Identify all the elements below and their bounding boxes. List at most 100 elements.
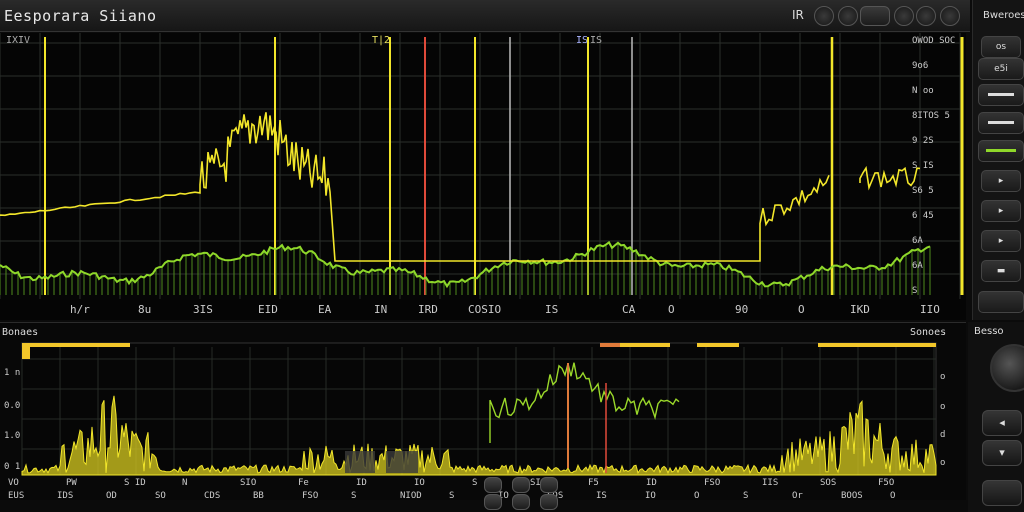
axis-label: EUS <box>8 491 24 501</box>
control-button[interactable] <box>982 480 1022 506</box>
range-handle[interactable] <box>22 343 30 359</box>
scale-label: o <box>940 402 945 412</box>
axis-label: IS <box>545 303 558 316</box>
side-button-1[interactable]: os <box>981 36 1021 58</box>
chevron-icon: ▸ <box>998 206 1004 216</box>
axis-label: S <box>743 491 748 501</box>
top-scope[interactable]: IXIV T|2 IS IS OWOD SOC 9o6 N oo 8ITOS 5 9 2… <box>0 33 966 320</box>
range-bar[interactable] <box>818 343 936 347</box>
axis-label: IKD <box>850 303 870 316</box>
axis-label: IRD <box>418 303 438 316</box>
target-button[interactable] <box>838 6 858 26</box>
axis-label: Fe <box>298 478 309 488</box>
scale-label: S6 5 <box>912 186 934 196</box>
scale-label: 6 45 <box>912 211 934 221</box>
side-panel: Bweroes os e5i ▸ ▸ ▸ ▬ <box>972 0 1024 320</box>
axis-label: ID <box>356 478 367 488</box>
scale-label: OWOD SOC <box>912 36 955 46</box>
axis-label: O <box>668 303 675 316</box>
title-bar: Eesporara Siiano IR <box>0 0 970 32</box>
axis-label: S <box>351 491 356 501</box>
side-button-3[interactable] <box>978 84 1024 106</box>
axis-label: SO <box>155 491 166 501</box>
side-button-8[interactable]: ▸ <box>981 230 1021 252</box>
settings-button[interactable] <box>940 6 960 26</box>
side-button-9[interactable]: ▬ <box>981 260 1021 282</box>
yellow-waveform <box>0 112 921 262</box>
axis-label: VO <box>8 478 19 488</box>
axis-label: BB <box>253 491 264 501</box>
axis-label: BOOS <box>841 491 863 501</box>
axis-label: S ID <box>124 478 146 488</box>
side-button-2[interactable]: e5i <box>978 58 1024 80</box>
axis-label: FSO <box>302 491 318 501</box>
axis-label: S <box>449 491 454 501</box>
axis-label: 90 <box>735 303 748 316</box>
axis-label: F5 <box>588 478 599 488</box>
scale-label: 6A <box>912 236 923 246</box>
status-label: IR <box>792 8 804 22</box>
axis-label: CDS <box>204 491 220 501</box>
bottom-scope-title: Bonaes <box>2 327 38 338</box>
transport-button[interactable] <box>512 494 530 510</box>
transport-button[interactable] <box>484 477 502 493</box>
scale-label: 6A <box>912 261 923 271</box>
scale-label: 1.0 <box>4 431 20 441</box>
axis-label: O <box>798 303 805 316</box>
range-bar[interactable] <box>22 343 130 347</box>
chevron-icon: ▸ <box>998 236 1004 246</box>
control-panel: Besso ◂ ▾ <box>968 322 1024 512</box>
top-tick-label: IXIV <box>6 35 30 46</box>
axis-label: SOS <box>820 478 836 488</box>
side-button-7[interactable]: ▸ <box>981 200 1021 222</box>
bar-icon <box>988 121 1014 124</box>
axis-label: ID <box>646 478 657 488</box>
scale-label: 9o6 <box>912 61 928 71</box>
mode-toggle[interactable] <box>860 6 890 26</box>
axis-label: IDS <box>57 491 73 501</box>
bottom-scope[interactable]: Bonaes Sonoes 1 n 0.0 1.0 0 1 o o d o VO… <box>0 322 966 501</box>
side-button-10[interactable] <box>978 291 1024 313</box>
axis-label: NIOD <box>400 491 422 501</box>
bottom-scope-plot: Bonaes Sonoes 1 n 0.0 1.0 0 1 o o d o VO… <box>2 327 946 501</box>
scale-label: 8ITOS 5 <box>912 111 950 121</box>
side-button-5[interactable] <box>978 140 1024 162</box>
axis-label: O <box>890 491 895 501</box>
side-button-4[interactable] <box>978 112 1024 134</box>
scale-label: S <box>912 286 917 296</box>
scale-label: 0 1 <box>4 462 20 472</box>
stop-button[interactable] <box>916 6 936 26</box>
transport-button[interactable] <box>484 494 502 510</box>
play-button[interactable] <box>894 6 914 26</box>
transport-button[interactable] <box>540 494 558 510</box>
green-waveform-fill <box>0 242 931 295</box>
scale-label: 9 2S <box>912 136 934 146</box>
chevron-down-icon: ▾ <box>999 446 1005 459</box>
range-bar[interactable] <box>697 343 739 347</box>
axis-label: FSO <box>704 478 720 488</box>
control-button[interactable]: ◂ <box>982 410 1022 436</box>
axis-label: 3IS <box>193 303 213 316</box>
transport-button[interactable] <box>512 477 530 493</box>
axis-label: O <box>694 491 699 501</box>
scale-label: 0.0 <box>4 401 20 411</box>
scale-label: o <box>940 458 945 468</box>
side-button-6[interactable]: ▸ <box>981 170 1021 192</box>
axis-label: OD <box>106 491 117 501</box>
side-panel-title: Bweroes <box>983 10 1024 21</box>
green-waveform <box>0 240 931 289</box>
axis-label: h/r <box>70 303 90 316</box>
axis-label: COSIO <box>468 303 501 316</box>
chevron-icon: ▸ <box>998 176 1004 186</box>
range-bar-accent[interactable] <box>600 343 620 347</box>
axis-label: EA <box>318 303 332 316</box>
record-button[interactable] <box>814 6 834 26</box>
transport-button[interactable] <box>540 477 558 493</box>
axis-label: IIO <box>920 303 940 316</box>
gain-knob[interactable] <box>990 344 1024 392</box>
control-button[interactable]: ▾ <box>982 440 1022 466</box>
axis-label: 8u <box>138 303 151 316</box>
tag-icon: ▬ <box>996 266 1006 276</box>
scale-label: 1 n <box>4 368 20 378</box>
axis-label: N <box>182 478 187 488</box>
